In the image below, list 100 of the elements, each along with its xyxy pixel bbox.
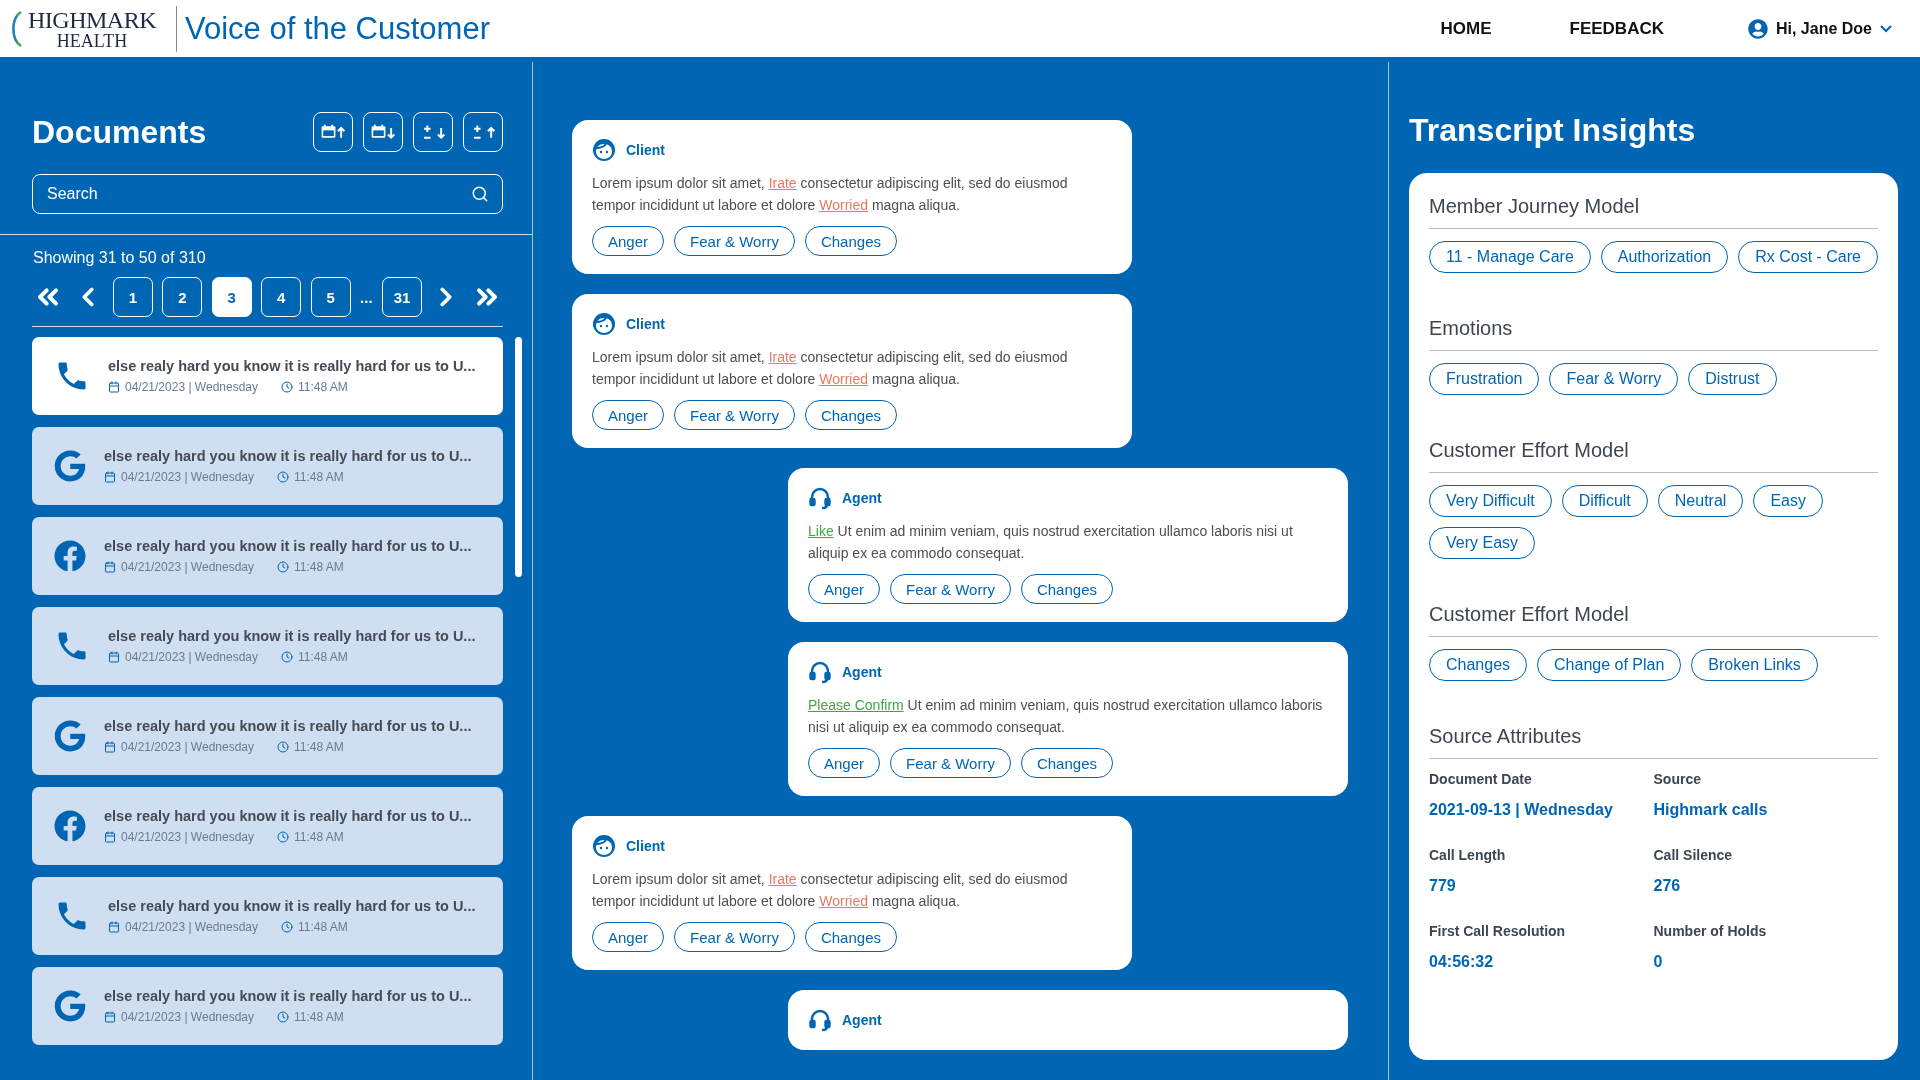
attribute-value: 04:56:32 [1429, 953, 1495, 971]
headset-icon [808, 486, 832, 510]
attribute-value: 276 [1653, 877, 1682, 895]
clock-icon [277, 741, 289, 753]
calendar-icon [104, 471, 116, 483]
search-icon [471, 185, 489, 203]
document-date: 04/21/2023 | Wednesday [121, 1010, 254, 1024]
attribute-label: Number of Holds [1653, 923, 1768, 939]
document-time: 11:48 AM [294, 830, 344, 844]
headset-icon [808, 660, 832, 684]
attribute-label: Source [1653, 771, 1702, 787]
speaker-name: Client [626, 838, 665, 854]
sort-button[interactable] [363, 112, 403, 152]
attribute-value: Highmark calls [1653, 801, 1769, 819]
result-count: Showing 31 to 50 of 310 [33, 249, 207, 267]
attribute-label: Call Length [1429, 847, 1507, 863]
document-date: 04/21/2023 | Wednesday [121, 740, 254, 754]
clock-icon [277, 831, 289, 843]
document-title: else realy hard you know it is really hard for us to U... [104, 988, 472, 1004]
section-title: Member Journey Model [1429, 195, 1878, 229]
sort-button[interactable] [463, 112, 503, 152]
document-time: 11:48 AM [298, 920, 348, 934]
calendar-icon [108, 921, 120, 933]
section-title: Emotions [1429, 317, 1878, 351]
document-item[interactable]: else realy hard you know it is really hard for us to U... 04/21/2023 | Wednesday 11:48 AM [32, 517, 503, 595]
calendar-icon [104, 1011, 116, 1023]
document-item[interactable]: else realy hard you know it is really hard for us to U... 04/21/2023 | Wednesday 11:48 AM [32, 607, 503, 685]
document-time: 11:48 AM [294, 740, 344, 754]
attribute-value: 779 [1429, 877, 1457, 895]
attribute-value: 0 [1653, 953, 1664, 971]
document-date: 04/21/2023 | Wednesday [125, 650, 258, 664]
document-time: 11:48 AM [298, 380, 348, 394]
clock-icon [281, 651, 293, 663]
speaker-name: Client [626, 142, 665, 158]
user-menu[interactable]: Hi, Jane Doe [1741, 17, 1898, 40]
message-text: Lorem ipsum dolor sit amet, Irate consectetur adipiscing elit, sed do eiusmod tempor incididunt ut labore et dolore Worried magna aliqua. [592, 174, 1069, 215]
section-title: Source Attributes [1429, 725, 1878, 759]
page-ellipsis: ... [360, 288, 373, 306]
facebook-icon [54, 540, 86, 572]
document-item[interactable]: else realy hard you know it is really hard for us to U... 04/21/2023 | Wednesday 11:48 AM [32, 337, 503, 415]
page-button[interactable]: 4 [261, 277, 302, 317]
panel-title: Transcript Insights [1409, 112, 1697, 149]
speaker-name: Agent [842, 664, 882, 680]
page-button[interactable]: 2 [162, 277, 203, 317]
document-item[interactable]: else realy hard you know it is really hard for us to U... 04/21/2023 | Wednesday 11:48 AM [32, 967, 503, 1045]
document-date: 04/21/2023 | Wednesday [125, 380, 258, 394]
clock-icon [277, 471, 289, 483]
clock-icon [281, 921, 293, 933]
document-title: else realy hard you know it is really hard for us to U... [108, 898, 476, 914]
google-icon [54, 450, 86, 482]
message-text: Please Confirm Ut enim ad minim veniam, quis nostrud exercitation ullamco laboris nisi ut aliquip ex ea commodo consequat. [808, 696, 1324, 737]
document-title: else realy hard you know it is really hard for us to U... [104, 718, 472, 734]
document-time: 11:48 AM [294, 560, 344, 574]
document-item[interactable]: else realy hard you know it is really hard for us to U... 04/21/2023 | Wednesday 11:48 AM [32, 787, 503, 865]
document-date: 04/21/2023 | Wednesday [121, 560, 254, 574]
calendar-icon [104, 831, 116, 843]
page-button[interactable]: 3 [211, 277, 252, 317]
calendar-icon [108, 651, 120, 663]
face-icon [592, 312, 616, 336]
company-logo[interactable]: HIGHMARK HEALTH [22, 3, 162, 54]
message-text: Lorem ipsum dolor sit amet, Irate consectetur adipiscing elit, sed do eiusmod tempor incididunt ut labore et dolore Worried magna aliqua. [592, 870, 1069, 911]
document-time: 11:48 AM [294, 470, 344, 484]
attribute-value: 2021-09-13 | Wednesday [1429, 801, 1614, 819]
document-time: 11:48 AM [294, 1010, 344, 1024]
attribute-label: First Call Resolution [1429, 923, 1567, 939]
document-item[interactable]: else realy hard you know it is really hard for us to U... 04/21/2023 | Wednesday 11:48 AM [32, 697, 503, 775]
speaker-name: Client [626, 316, 665, 332]
google-icon [54, 990, 86, 1022]
headset-icon [808, 1008, 832, 1032]
face-icon [592, 834, 616, 858]
face-icon [592, 138, 616, 162]
clock-icon [281, 381, 293, 393]
facebook-icon [54, 810, 86, 842]
google-icon [54, 720, 86, 752]
page-button[interactable]: 5 [310, 277, 351, 317]
nav-link[interactable]: FEEDBACK [1569, 18, 1664, 39]
document-date: 04/21/2023 | Wednesday [125, 920, 258, 934]
message-text: Like Ut enim ad minim veniam, quis nostrud exercitation ullamco laboris nisi ut aliquip ex ea commodo consequat. [808, 522, 1294, 563]
page-button[interactable]: 31 [382, 277, 422, 317]
clock-icon [277, 1011, 289, 1023]
chevron-down-icon [1880, 24, 1892, 33]
nav-link[interactable]: HOME [1440, 18, 1492, 39]
calendar-icon [108, 381, 120, 393]
attribute-label: Call Silence [1653, 847, 1734, 863]
document-title: else realy hard you know it is really hard for us to U... [104, 448, 472, 464]
search-field[interactable]: Search [32, 174, 503, 214]
document-date: 04/21/2023 | Wednesday [121, 830, 254, 844]
document-title: else realy hard you know it is really hard for us to U... [104, 538, 472, 554]
section-title: Customer Effort Model [1429, 439, 1878, 473]
clock-icon [277, 561, 289, 573]
user-icon [1747, 18, 1768, 39]
sort-button[interactable] [413, 112, 453, 152]
scrollbar[interactable] [515, 337, 522, 577]
panel-title: Documents [32, 113, 207, 151]
document-title: else realy hard you know it is really hard for us to U... [108, 628, 476, 644]
page-button[interactable]: 1 [112, 277, 153, 317]
sort-button[interactable] [313, 112, 353, 152]
document-item[interactable]: else realy hard you know it is really hard for us to U... 04/21/2023 | Wednesday 11:48 AM [32, 427, 503, 505]
document-title: else realy hard you know it is really hard for us to U... [104, 808, 472, 824]
document-item[interactable]: else realy hard you know it is really hard for us to U... 04/21/2023 | Wednesday 11:48 AM [32, 877, 503, 955]
